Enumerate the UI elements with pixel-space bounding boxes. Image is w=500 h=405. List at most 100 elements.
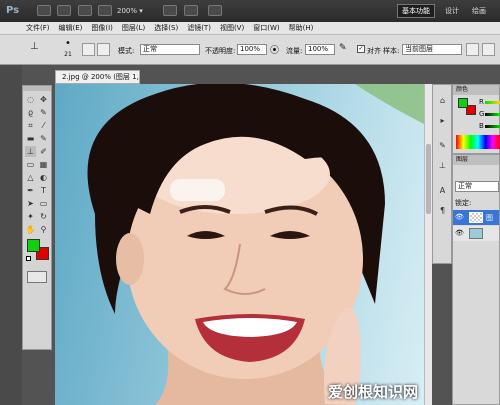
- document-canvas[interactable]: 爱创根知识网: [55, 84, 424, 405]
- screen-mode-icon[interactable]: [208, 5, 222, 16]
- workspace-button[interactable]: 基本功能: [397, 4, 435, 18]
- toggle-clone-source-icon[interactable]: [97, 43, 110, 56]
- color-spectrum[interactable]: [456, 135, 500, 149]
- watermark: 爱创根知识网: [327, 383, 418, 401]
- canvas-vertical-scrollbar[interactable]: [424, 84, 432, 405]
- ignore-adjustment-icon[interactable]: [466, 43, 479, 56]
- foreground-color-swatch[interactable]: [27, 239, 40, 252]
- brush-panel-icon[interactable]: ✎: [437, 140, 448, 151]
- quick-mask-button[interactable]: [27, 271, 47, 283]
- mode-label: 模式:: [118, 47, 135, 55]
- menu-filter[interactable]: 滤镜(T): [187, 23, 211, 33]
- path-select-tool-icon[interactable]: ➤: [25, 198, 36, 209]
- minibridge-icon[interactable]: [57, 5, 71, 16]
- tools-panel-header[interactable]: [23, 86, 51, 91]
- title-bar: Ps 200% ▾ 基本功能 设计 绘画: [0, 0, 500, 22]
- layer-row-background[interactable]: 👁: [453, 226, 499, 241]
- brush-tool-icon[interactable]: ✎: [38, 133, 49, 144]
- layers-panel-tab[interactable]: 图层: [453, 155, 499, 165]
- paint-link[interactable]: 绘画: [472, 6, 486, 16]
- lock-label: 锁定:: [455, 199, 472, 207]
- sample-label: 样本:: [383, 47, 400, 55]
- view-extras-icon[interactable]: [78, 5, 92, 16]
- clone-stamp-tool-button[interactable]: ⊥: [25, 146, 36, 157]
- color-panel-tab[interactable]: 颜色: [453, 85, 499, 95]
- opacity-label: 不透明度:: [205, 47, 236, 55]
- left-gutter: [0, 65, 22, 405]
- sample-select[interactable]: 当前图层: [402, 44, 462, 55]
- menu-edit[interactable]: 编辑(E): [59, 23, 83, 33]
- zoom-select[interactable]: 200% ▾: [117, 5, 157, 17]
- zoom-tool-icon[interactable]: [184, 5, 198, 16]
- b-slider[interactable]: [485, 125, 500, 128]
- flow-label: 流量:: [286, 47, 303, 55]
- background-thumbnail: [469, 228, 483, 239]
- dodge-tool-icon[interactable]: ◐: [38, 172, 49, 183]
- menu-file[interactable]: 文件(F): [26, 23, 50, 33]
- menu-help[interactable]: 帮助(H): [289, 23, 314, 33]
- hand-tool-button[interactable]: ✋: [25, 224, 36, 235]
- visibility-eye-icon[interactable]: 👁: [455, 213, 464, 221]
- design-link[interactable]: 设计: [445, 6, 459, 16]
- toggle-brush-panel-icon[interactable]: [82, 43, 95, 56]
- 3d-orbit-tool-icon[interactable]: ↻: [38, 211, 49, 222]
- zoom-tool-button[interactable]: ⚲: [38, 224, 49, 235]
- blend-mode-select[interactable]: 正常: [455, 181, 499, 192]
- crop-tool-icon[interactable]: ⌗: [25, 120, 36, 131]
- move-tool-icon[interactable]: ✥: [38, 94, 49, 105]
- history-brush-tool-icon[interactable]: ✐: [38, 146, 49, 157]
- scrollbar-thumb[interactable]: [426, 144, 431, 214]
- healing-brush-tool-icon[interactable]: ▬: [25, 133, 36, 144]
- paragraph-panel-icon[interactable]: ¶: [437, 205, 448, 216]
- marquee-tool-icon[interactable]: ◌: [25, 94, 36, 105]
- r-label: R: [479, 98, 484, 106]
- layer-thumbnail: [469, 212, 483, 223]
- visibility-eye-icon[interactable]: 👁: [455, 229, 464, 237]
- arrange-documents-icon[interactable]: [98, 5, 112, 16]
- default-colors-icon[interactable]: [26, 256, 31, 261]
- actions-panel-icon[interactable]: ▸: [437, 115, 448, 126]
- menu-bar: 文件(F) 编辑(E) 图像(I) 图层(L) 选择(S) 滤镜(T) 视图(V…: [0, 22, 500, 35]
- history-panel-icon[interactable]: ⌂: [437, 95, 448, 106]
- bridge-icon[interactable]: [37, 5, 51, 16]
- menu-select[interactable]: 选择(S): [154, 23, 178, 33]
- pen-tool-icon[interactable]: ✒: [25, 185, 36, 196]
- options-bar: ⊥ • 21 模式: 正常 不透明度: 100% ⦿ 流量: 100% ✎ ✓ 对…: [0, 35, 500, 65]
- menu-image[interactable]: 图像(I): [91, 23, 113, 33]
- tools-panel: ◌ ✥ ϱ ✎ ⌗ ⁄ ▬ ✎ ⊥ ✐ ▭ ▦ △ ◐ ✒ T ➤ ▭ ✦ ↻ …: [22, 85, 52, 350]
- layer-name[interactable]: 图: [486, 213, 493, 223]
- opacity-input[interactable]: 100%: [237, 44, 267, 55]
- gradient-tool-icon[interactable]: ▦: [38, 159, 49, 170]
- eyedropper-tool-icon[interactable]: ⁄: [38, 120, 49, 131]
- clone-stamp-tool-icon[interactable]: ⊥: [30, 41, 44, 55]
- portrait-photo: [87, 84, 424, 405]
- b-label: B: [479, 122, 484, 130]
- lasso-tool-icon[interactable]: ϱ: [25, 107, 36, 118]
- r-slider[interactable]: [485, 101, 500, 104]
- document-tab[interactable]: 2.jpg @ 200% (图层 1, RGB/8#): [55, 70, 140, 93]
- menu-layer[interactable]: 图层(L): [122, 23, 145, 33]
- mode-select[interactable]: 正常: [140, 44, 200, 55]
- character-panel-icon[interactable]: A: [437, 185, 448, 196]
- align-label: 对齐: [367, 47, 381, 55]
- pressure-opacity-icon[interactable]: ⦿: [270, 43, 279, 56]
- 3d-rotate-tool-icon[interactable]: ✦: [25, 211, 36, 222]
- layers-panel: 图层 正常 锁定: 👁 图 👁: [452, 154, 500, 405]
- brush-preset-picker[interactable]: • 21: [60, 39, 76, 59]
- align-checkbox[interactable]: ✓: [357, 45, 365, 53]
- quick-select-tool-icon[interactable]: ✎: [38, 107, 49, 118]
- type-tool-icon[interactable]: T: [38, 185, 49, 196]
- shape-tool-icon[interactable]: ▭: [38, 198, 49, 209]
- clone-source-panel-icon[interactable]: ⊥: [437, 160, 448, 171]
- hand-tool-icon[interactable]: [163, 5, 177, 16]
- pressure-size-icon[interactable]: [482, 43, 495, 56]
- airbrush-icon[interactable]: ✎: [339, 43, 347, 53]
- g-slider[interactable]: [485, 113, 500, 116]
- flow-input[interactable]: 100%: [305, 44, 335, 55]
- layer-row-selected[interactable]: 👁 图: [453, 210, 499, 225]
- menu-window[interactable]: 窗口(W): [253, 23, 279, 33]
- eraser-tool-icon[interactable]: ▭: [25, 159, 36, 170]
- menu-view[interactable]: 视图(V): [220, 23, 244, 33]
- blur-tool-icon[interactable]: △: [25, 172, 36, 183]
- color-panel-foreground-swatch[interactable]: [458, 98, 468, 108]
